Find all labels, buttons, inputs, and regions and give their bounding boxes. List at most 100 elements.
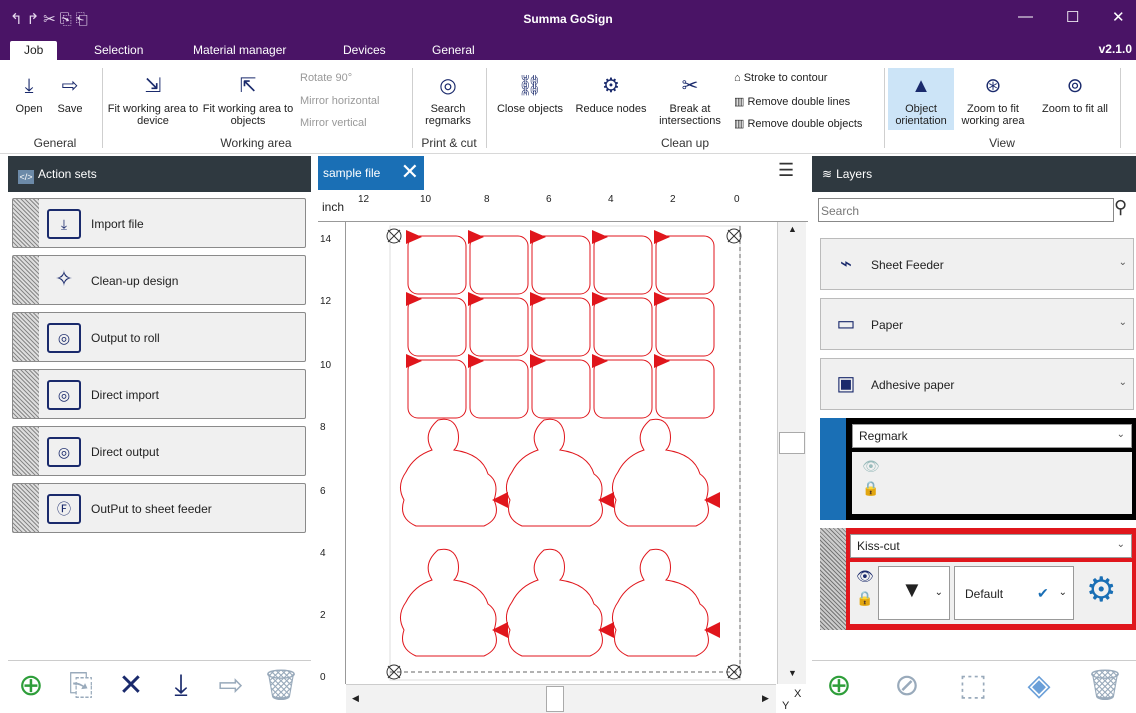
drag-handle[interactable] (820, 528, 846, 630)
close-tab-icon[interactable]: ✕ (401, 159, 419, 185)
settings-wrench-icon[interactable]: ⚙ (1086, 570, 1116, 610)
tab-job[interactable]: Job (10, 41, 58, 60)
kiss-cut-label: Kiss-cut (857, 539, 900, 553)
minimize-button[interactable]: — (1018, 8, 1033, 25)
action-set-clean-up[interactable]: ✧ Clean-up design (12, 255, 306, 305)
action-set-direct-output[interactable]: ◎ Direct output (12, 426, 306, 476)
kiss-cut-select[interactable]: Kiss-cut ⌄ (850, 534, 1132, 558)
eye-icon[interactable]: 👁 (862, 458, 880, 475)
reduce-nodes-button[interactable]: ⚙ Reduce nodes (570, 74, 652, 115)
eye-icon[interactable]: 👁 (856, 568, 874, 585)
layer-search-input[interactable]: Search (818, 198, 1114, 222)
scroll-up-icon[interactable]: ▲ (788, 224, 797, 234)
close-objects-button[interactable]: ⛓ Close objects (490, 74, 570, 115)
folder-icon: ▭ (836, 313, 856, 335)
add-layer-icon[interactable]: ⊕ (820, 669, 858, 703)
tool-select[interactable]: ▼ ⌄ (878, 566, 950, 620)
drag-handle[interactable] (13, 370, 39, 418)
zoom-working-area-button[interactable]: ⊛ Zoom to fit working area (954, 74, 1032, 127)
tab-devices[interactable]: Devices (343, 41, 386, 60)
drag-handle[interactable] (13, 313, 39, 361)
break-intersections-button[interactable]: ✂ Break at intersections (652, 74, 728, 127)
tab-sample-file[interactable]: sample file ✕ (318, 156, 424, 190)
hamburger-menu-icon[interactable]: ☰ (778, 160, 794, 181)
regmark-label: Regmark (859, 429, 908, 443)
close-objects-label: Close objects (496, 103, 564, 115)
action-set-sheet-feeder[interactable]: Ⓕ OutPut to sheet feeder (12, 483, 306, 533)
usb-icon: ⌁ (839, 253, 853, 275)
design-canvas[interactable] (346, 222, 776, 684)
action-set-output-roll[interactable]: ◎ Output to roll (12, 312, 306, 362)
open-label: Open (15, 103, 43, 115)
lock-icon[interactable]: 🔒 (856, 590, 873, 607)
drag-handle[interactable] (13, 256, 39, 304)
chevron-down-icon[interactable]: ⌄ (1119, 377, 1127, 388)
duplicate-icon[interactable]: ⎘ (62, 669, 100, 703)
chevron-down-icon[interactable]: ⌄ (1119, 317, 1127, 328)
scroll-right-icon[interactable]: ▶ (762, 693, 769, 704)
break-icon: ✂ (681, 75, 699, 97)
scroll-thumb[interactable] (546, 686, 564, 712)
merge-layers-icon[interactable]: ◈ (1020, 669, 1058, 703)
scroll-down-icon[interactable]: ▼ (788, 668, 797, 678)
drag-handle[interactable] (13, 484, 39, 532)
remove-double-lines-button[interactable]: ▥ Remove double lines (734, 95, 850, 108)
save-button[interactable]: ⇨ Save (50, 74, 90, 115)
regmark-select[interactable]: Regmark ⌄ (852, 424, 1132, 448)
roll-icon: ◎ (47, 437, 81, 467)
tab-selection[interactable]: Selection (94, 41, 143, 60)
layer-regmark[interactable]: Regmark ⌄ 👁 🔒 (820, 418, 1136, 520)
layer-paper[interactable]: ▭ Paper ⌄ (820, 298, 1134, 350)
drag-handle[interactable] (13, 199, 39, 247)
open-button[interactable]: ⤓ Open (12, 74, 46, 115)
chevron-down-icon[interactable]: ⌄ (1119, 257, 1127, 268)
axis-x-label: X (794, 688, 802, 700)
zoom-fit-all-button[interactable]: ⊚ Zoom to fit all (1032, 74, 1118, 115)
lock-icon[interactable]: 🔒 (862, 480, 879, 497)
scroll-thumb[interactable] (779, 432, 805, 454)
action-set-direct-import[interactable]: ◎ Direct import (12, 369, 306, 419)
import-icon[interactable]: ⤓ (162, 669, 200, 703)
layer-adhesive-paper[interactable]: ▣ Adhesive paper ⌄ (820, 358, 1134, 410)
preset-select[interactable]: Default ✔ ⌄ (954, 566, 1074, 620)
scroll-left-icon[interactable]: ◀ (352, 693, 359, 704)
ruler-tick-label: 4 (608, 194, 614, 205)
vertical-scrollbar[interactable]: ▲ ▼ (777, 222, 806, 684)
action-sets-toolbar: ⊕ ⎘ ✕ ⤓ ⇨ 🗑 (8, 660, 311, 713)
chevron-down-icon: ⌄ (1058, 587, 1067, 598)
export-icon[interactable]: ⇨ (212, 669, 250, 703)
select-layer-icon[interactable]: ⬚ (954, 669, 992, 703)
remove-lines-label: Remove double lines (747, 96, 851, 108)
tab-general[interactable]: General (432, 41, 475, 60)
search-regmarks-button[interactable]: ◎ Search regmarks (416, 74, 480, 127)
ruler-tick-label: 12 (358, 194, 370, 205)
action-set-label: Direct output (91, 445, 160, 459)
layers-title: Layers (836, 167, 873, 181)
stroke-to-contour-button[interactable]: ⌂ Stroke to contour (734, 72, 827, 84)
hide-icon[interactable]: ⊘ (888, 669, 926, 703)
trash-icon[interactable]: 🗑 (1086, 669, 1124, 703)
broom-icon: ✧ (54, 266, 74, 291)
object-orientation-button[interactable]: ▲ Object orientation (888, 68, 954, 130)
layer-sheet-feeder[interactable]: ⌁ Sheet Feeder ⌄ (820, 238, 1134, 290)
tab-material-manager[interactable]: Material manager (193, 41, 286, 60)
rotate-button[interactable]: Rotate 90° (300, 72, 352, 84)
fit-device-button[interactable]: ⇲ Fit working area to device (106, 74, 200, 127)
ribbon-separator (102, 68, 103, 148)
fit-objects-button[interactable]: ⇱ Fit working area to objects (200, 74, 296, 127)
close-button[interactable]: ✕ (1112, 8, 1125, 26)
remove-double-objects-button[interactable]: ▥ Remove double objects (734, 117, 862, 130)
trash-icon[interactable]: 🗑 (262, 669, 300, 703)
search-icon[interactable]: ⚲ (1114, 197, 1127, 218)
layer-kiss-cut[interactable]: Kiss-cut ⌄ 👁 🔒 ▼ ⌄ Default ✔ ⌄ ⚙ (820, 528, 1136, 630)
horizontal-scrollbar[interactable]: ◀ ▶ (346, 684, 776, 713)
wrench-icon[interactable]: ✕ (112, 669, 150, 703)
add-icon[interactable]: ⊕ (12, 669, 50, 703)
drag-handle[interactable] (13, 427, 39, 475)
maximize-button[interactable]: ☐ (1066, 8, 1079, 26)
mirror-vertical-button[interactable]: Mirror vertical (300, 117, 367, 129)
action-set-import-file[interactable]: ⤓ Import file (12, 198, 306, 248)
document-tab-label: sample file (323, 166, 381, 180)
mirror-horizontal-button[interactable]: Mirror horizontal (300, 95, 379, 107)
knife-tool-icon: ▼ (901, 577, 923, 602)
